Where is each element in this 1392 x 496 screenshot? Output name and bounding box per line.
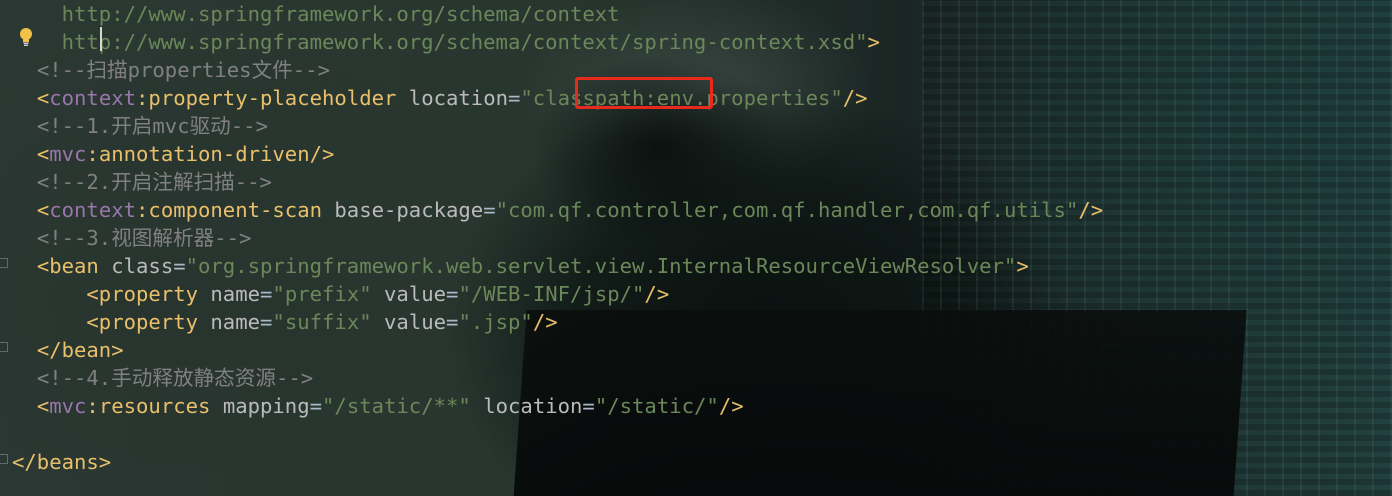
code-token-plain: = [173,254,186,278]
code-token-val: "com.qf.controller,com.qf.handler,com.qf… [495,198,1079,222]
code-token-attr: location [483,394,583,418]
code-line[interactable]: </beans> [12,448,1103,476]
code-line[interactable] [12,420,1103,448]
code-token-plain: = [446,310,459,334]
code-token-cmt: <!--扫描properties文件--> [36,58,330,82]
code-token-plain: = [508,86,521,110]
fold-marker-icon[interactable] [0,454,8,464]
code-token-tag: /> [644,282,670,306]
code-token-tag: <bean [36,254,112,278]
code-token-tag: /> [842,86,868,110]
code-token-attr: mapping [222,394,310,418]
code-token-tag: <property [86,310,211,334]
code-token-plain: = [309,394,323,418]
code-token-cmt: <!--2.开启注解扫描--> [36,170,272,194]
code-token-tag: :annotation-driven/> [86,142,335,166]
code-token-tag: <property [86,282,211,306]
editor-gutter[interactable] [0,0,12,496]
xml-code-editor[interactable]: http://www.springframework.org/schema/co… [12,0,1103,476]
fold-marker-icon[interactable] [0,342,8,352]
code-token-cmt: <!--4.手动释放静态资源--> [36,366,314,390]
code-line[interactable]: <!--4.手动释放静态资源--> [12,364,1103,392]
code-token-ns: context [49,86,137,110]
code-token-tag: < [36,142,50,166]
code-token-plain: = [582,394,595,418]
code-token-val: "prefix" [272,282,372,306]
fold-marker-icon[interactable] [0,258,8,268]
code-token-val: "suffix" [272,310,372,334]
code-token-ns: mvc [49,142,87,166]
code-line[interactable]: <property name="prefix" value="/WEB-INF/… [12,280,1103,308]
code-line[interactable]: http://www.springframework.org/schema/co… [12,28,1103,56]
code-token-plain: = [260,282,273,306]
code-token-attr: name [210,282,261,306]
code-line[interactable]: <!--2.开启注解扫描--> [12,168,1103,196]
code-token-tag: < [36,198,50,222]
code-token-tag: :component-scan [136,198,335,222]
code-token-attr: name [210,310,261,334]
code-line[interactable]: <context:property-placeholder location="… [12,84,1103,112]
code-token-val: "/static/" [594,394,719,418]
code-token-plain: = [483,198,496,222]
code-line[interactable]: <property name="suffix" value=".jsp"/> [12,308,1103,336]
classpath-highlight-box [575,77,713,109]
code-token-plain: = [260,310,273,334]
code-line[interactable]: <!--1.开启mvc驱动--> [12,112,1103,140]
code-token-cmt: <!--1.开启mvc驱动--> [36,114,268,138]
code-token-attr: value [384,310,447,334]
code-line[interactable]: <context:component-scan base-package="co… [12,196,1103,224]
code-token-tag: < [36,394,50,418]
code-line[interactable]: <mvc:annotation-driven/> [12,140,1103,168]
code-token-cmt: <!--3.视图解析器--> [36,226,252,250]
code-token-attr: value [384,282,447,306]
code-token-tag: :property-placeholder [136,86,409,110]
code-line[interactable]: <!--3.视图解析器--> [12,224,1103,252]
code-token-val: ".jsp" [458,310,533,334]
code-line[interactable]: </bean> [12,336,1103,364]
code-token-tag: /> [718,394,744,418]
code-token-url: http://www.springframework.org/schema/co… [61,30,868,54]
code-token-tag: > [1016,254,1029,278]
code-token-tag: </bean> [36,338,124,362]
code-token-val: "/static/**" [322,394,471,418]
code-token-attr: location [408,86,508,110]
code-token-plain: = [446,282,459,306]
code-token-tag: /> [532,310,558,334]
code-token-attr: base-package [334,198,484,222]
code-token-url: http://www.springframework.org/schema/co… [61,2,620,26]
code-token-tag: < [36,86,50,110]
code-token-val: "org.springframework.web.servlet.view.In… [185,254,1017,278]
code-line[interactable]: <!--扫描properties文件--> [12,56,1103,84]
code-token-ns: mvc [49,394,87,418]
code-token-tag: </beans> [12,450,112,474]
code-token-val: "/WEB-INF/jsp/" [458,282,645,306]
code-line[interactable]: http://www.springframework.org/schema/co… [12,0,1103,28]
code-token-tag: /> [1078,198,1104,222]
code-line[interactable]: <bean class="org.springframework.web.ser… [12,252,1103,280]
text-caret [100,27,102,51]
code-token-ns: context [49,198,137,222]
code-token-tag: > [867,30,880,54]
code-token-attr: class [111,254,174,278]
code-line[interactable]: <mvc:resources mapping="/static/**" loca… [12,392,1103,420]
code-token-tag: :resources [86,394,223,418]
